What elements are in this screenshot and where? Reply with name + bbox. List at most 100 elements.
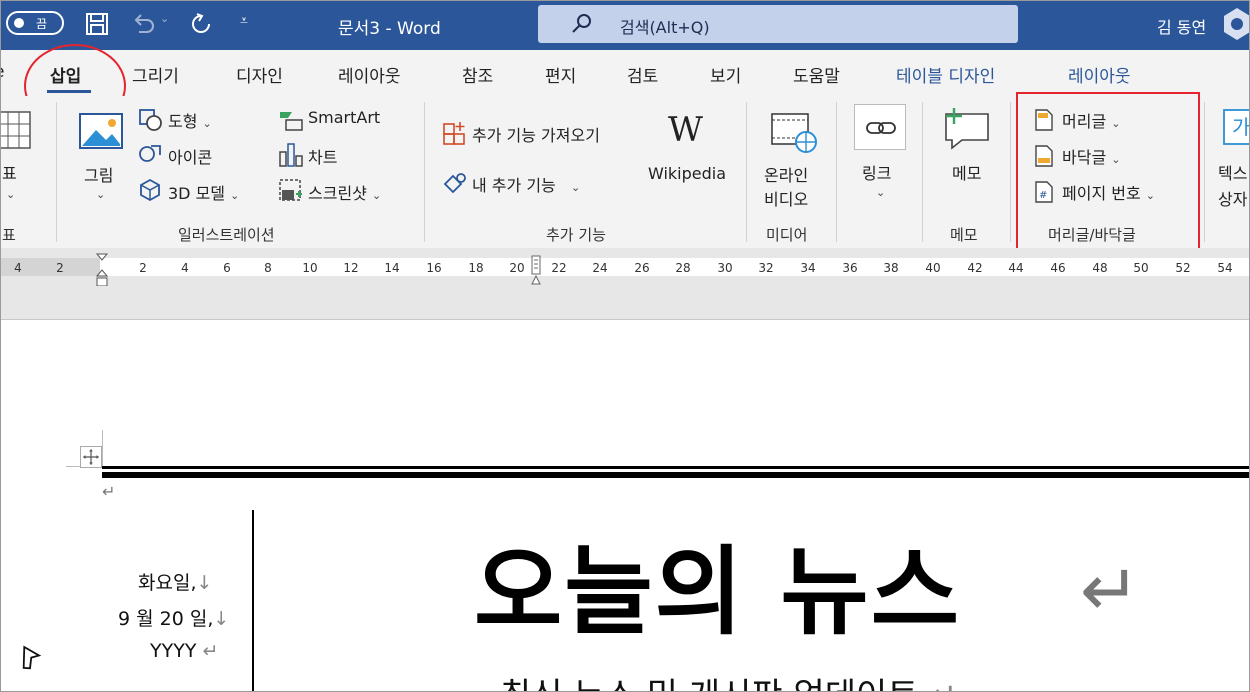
undo-icon[interactable] — [130, 11, 156, 37]
get-addins-icon — [443, 122, 465, 145]
subheadline[interactable]: 최신 뉴스 및 게시판 업데이트 ↵ — [500, 668, 958, 692]
ruler-tick-label: 38 — [883, 261, 899, 275]
group-label-comments: 메모 — [950, 226, 978, 244]
redo-icon[interactable] — [188, 11, 214, 37]
wikipedia-icon[interactable]: W — [668, 110, 703, 150]
3d-models-button[interactable]: 3D 모델 ⌄ — [168, 180, 239, 204]
tab-view[interactable]: 보기 — [710, 62, 741, 87]
table-icon[interactable] — [0, 110, 34, 152]
ruler-tick-label: 12 — [343, 261, 359, 275]
chart-label[interactable]: 차트 — [308, 144, 337, 168]
table-dropdown-icon[interactable]: ⌄ — [6, 188, 15, 201]
group-separator — [1204, 102, 1205, 242]
toggle-knob — [14, 18, 24, 28]
tab-file-partial[interactable]: e — [0, 62, 4, 82]
search-placeholder: 검색(Alt+Q) — [620, 18, 710, 37]
3d-model-icon — [140, 178, 160, 202]
shapes-button[interactable]: 도형 ⌄ — [168, 108, 212, 132]
paragraph-mark-icon: ↵ — [1080, 548, 1141, 632]
table-column-divider — [252, 510, 254, 692]
indent-marker-icon[interactable] — [96, 252, 108, 290]
group-separator — [922, 102, 923, 242]
tab-review[interactable]: 검토 — [627, 62, 658, 87]
user-name[interactable]: 김 동연 — [1157, 14, 1206, 38]
get-addins-label[interactable]: 추가 기능 가져오기 — [472, 122, 600, 146]
word-window: 끔 ⌄ ⩡ 문서3 - Word 검색(Alt+Q) 김 동연 삽입 그리기 디… — [0, 0, 1250, 692]
date-year[interactable]: YYYY ↵ — [150, 640, 218, 662]
ruler-tick-label: 26 — [634, 261, 650, 275]
ruler-tick-label: 28 — [675, 261, 691, 275]
text-box-label-2[interactable]: 상자 — [1218, 186, 1247, 210]
line-break-mark-icon: ↓ — [213, 608, 230, 630]
shapes-icon — [139, 109, 162, 131]
undo-dropdown-icon[interactable]: ⌄ — [160, 12, 169, 25]
ruler-tick-label: 34 — [800, 261, 816, 275]
ruler-tick-label: 10 — [302, 261, 318, 275]
ruler-tick-label: 20 — [509, 261, 525, 275]
ruler-tick-label: 6 — [223, 261, 231, 275]
tab-table-design[interactable]: 테이블 디자인 — [896, 62, 995, 87]
wikipedia-label[interactable]: Wikipedia — [648, 164, 726, 183]
smartart-label[interactable]: SmartArt — [308, 108, 380, 127]
table-move-handle-icon[interactable] — [80, 446, 102, 468]
my-addins-button[interactable]: 내 추가 기능 ⌄ — [472, 172, 580, 196]
online-video-label-2[interactable]: 비디오 — [764, 186, 808, 210]
text-box-icon[interactable]: 가 — [1222, 108, 1250, 148]
search-icon — [572, 14, 591, 33]
link-button-frame[interactable] — [854, 104, 906, 150]
smartart-icon — [280, 112, 303, 131]
page-edge — [0, 319, 1250, 320]
column-marker-icon[interactable] — [530, 254, 542, 286]
headline[interactable]: 오늘의 뉴스 — [474, 514, 961, 653]
link-dropdown-icon[interactable]: ⌄ — [876, 186, 885, 199]
date-weekday[interactable]: 화요일,↓ — [138, 568, 212, 595]
picture-dropdown-icon[interactable]: ⌄ — [96, 188, 105, 201]
ruler-tick-label: 54 — [1217, 261, 1233, 275]
link-icon — [866, 122, 896, 134]
tab-mailings[interactable]: 편지 — [545, 62, 576, 87]
screenshot-button[interactable]: 스크린샷 ⌄ — [308, 180, 381, 204]
link-label[interactable]: 링크 — [862, 160, 891, 184]
search-box[interactable]: 검색(Alt+Q) — [538, 5, 1018, 43]
tab-help[interactable]: 도움말 — [793, 62, 840, 87]
top-border-line-thick — [102, 472, 1250, 478]
table-button-label[interactable]: 표 — [2, 160, 17, 184]
ruler-tick-label: 44 — [1008, 261, 1024, 275]
top-border-line — [102, 466, 1250, 469]
save-icon[interactable] — [84, 11, 110, 37]
group-label-media: 미디어 — [766, 226, 808, 244]
group-label-addins: 추가 기능 — [546, 226, 606, 244]
picture-icon[interactable] — [78, 110, 124, 152]
online-video-icon[interactable] — [770, 110, 818, 154]
autosave-toggle[interactable]: 끔 — [6, 11, 64, 35]
tab-draw[interactable]: 그리기 — [132, 62, 179, 87]
comment-icon[interactable] — [940, 106, 992, 150]
svg-text:가: 가 — [1232, 115, 1250, 139]
group-separator — [56, 102, 57, 242]
comment-label[interactable]: 메모 — [952, 160, 981, 184]
screenshot-icon — [279, 179, 302, 201]
online-video-label-1[interactable]: 온라인 — [764, 162, 808, 186]
my-addins-icon — [443, 173, 466, 194]
my-addins-label: 내 추가 기능 — [472, 176, 556, 195]
paragraph-mark-icon: ↵ — [102, 482, 116, 501]
date-day[interactable]: 9 월 20 일,↓ — [118, 604, 229, 631]
text-box-label-1[interactable]: 텍스 — [1218, 160, 1247, 184]
document-background — [0, 286, 1250, 320]
picture-label[interactable]: 그림 — [84, 162, 113, 186]
date-day-text: 9 월 20 일, — [118, 608, 214, 630]
ruler-tick-label: 2 — [56, 261, 64, 275]
tab-references[interactable]: 참조 — [462, 62, 493, 87]
premium-badge-icon — [1224, 8, 1250, 40]
ruler-tick-label: 18 — [468, 261, 484, 275]
tab-design[interactable]: 디자인 — [236, 62, 283, 87]
group-separator — [424, 102, 425, 242]
tab-layout[interactable]: 레이아웃 — [338, 62, 401, 87]
title-bar: 끔 ⌄ ⩡ 문서3 - Word 검색(Alt+Q) 김 동연 — [0, 0, 1250, 50]
horizontal-ruler[interactable]: 4 2 2 4 6 8 10 12 14 16 18 20 22 24 26 28 30 32 34 36 38 40 42… — [0, 248, 1250, 287]
tab-table-layout[interactable]: 레이아웃 — [1068, 62, 1131, 87]
icons-label[interactable]: 아이콘 — [168, 144, 212, 168]
ruler-tick-label: 4 — [14, 261, 22, 275]
customize-toolbar-icon[interactable]: ⩡ — [240, 13, 248, 29]
subheadline-text: 최신 뉴스 및 게시판 업데이트 — [500, 676, 919, 692]
